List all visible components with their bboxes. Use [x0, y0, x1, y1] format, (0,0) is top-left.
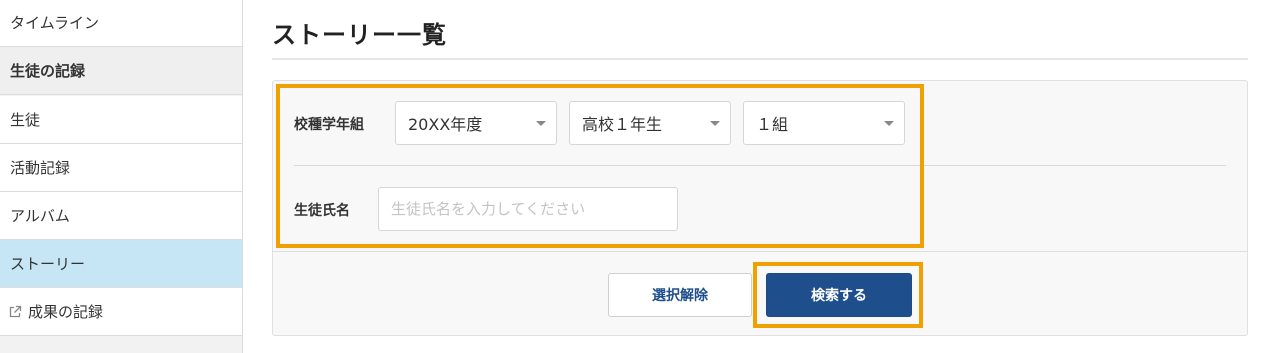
- sidebar-item-label: 生徒: [10, 111, 41, 129]
- sidebar-item-label: アルバム: [10, 207, 70, 225]
- form-divider: [294, 165, 1226, 166]
- class-select[interactable]: １組: [743, 101, 905, 145]
- grade-select[interactable]: 高校１年生: [569, 101, 731, 145]
- sidebar-section-label: 生徒の記録: [10, 62, 86, 80]
- panel-footer-divider: [273, 251, 1247, 252]
- sidebar-item-activity-records[interactable]: 活動記録: [0, 144, 242, 192]
- external-link-icon: [8, 305, 22, 319]
- student-name-label: 生徒氏名: [294, 203, 350, 219]
- clear-selection-label: 選択解除: [652, 288, 708, 304]
- sidebar-item-story[interactable]: ストーリー: [0, 240, 242, 288]
- search-button-label: 検索する: [811, 288, 867, 304]
- sidebar-item-timeline[interactable]: タイムライン: [0, 0, 242, 47]
- chevron-down-icon: [884, 121, 894, 126]
- title-divider: [272, 58, 1248, 60]
- year-select-value: 20XX年度: [408, 115, 483, 134]
- chevron-down-icon: [536, 121, 546, 126]
- sidebar-section-student-records: 生徒の記録: [0, 47, 242, 95]
- grade-class-label: 校種学年組: [294, 117, 364, 133]
- class-select-value: １組: [756, 115, 789, 134]
- student-name-input[interactable]: [378, 187, 678, 231]
- sidebar-item-students[interactable]: 生徒: [0, 96, 242, 144]
- grade-select-value: 高校１年生: [582, 115, 663, 134]
- clear-selection-button[interactable]: 選択解除: [608, 273, 752, 317]
- sidebar: タイムライン 生徒の記録 生徒 活動記録 アルバム ストーリー 成果の記録: [0, 0, 243, 353]
- year-select[interactable]: 20XX年度: [395, 101, 557, 145]
- sidebar-item-label: タイムライン: [10, 14, 99, 32]
- sidebar-item-label: ストーリー: [10, 255, 86, 273]
- page-title: ストーリー一覧: [272, 21, 447, 49]
- search-button[interactable]: 検索する: [766, 273, 912, 317]
- sidebar-item-achievement-records[interactable]: 成果の記録: [0, 288, 242, 336]
- sidebar-item-label: 成果の記録: [28, 303, 104, 321]
- sidebar-item-label: 活動記録: [10, 159, 71, 177]
- chevron-down-icon: [710, 121, 720, 126]
- sidebar-item-album[interactable]: アルバム: [0, 192, 242, 240]
